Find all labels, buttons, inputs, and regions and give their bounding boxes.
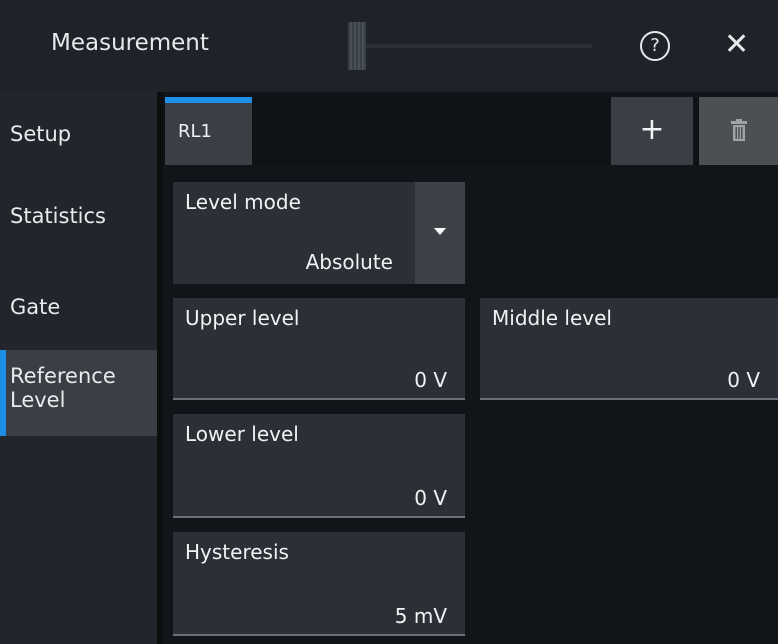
lower-level-field[interactable]: Lower level 0 V [173,414,465,518]
sidebar-item-reference-level[interactable]: Reference Level [0,350,157,436]
trash-icon [731,119,747,141]
level-mode-label: Level mode [185,190,301,214]
sidebar: Setup Statistics Gate Reference Level [0,92,157,644]
level-mode-dropdown-button[interactable] [415,182,465,284]
drag-track [366,44,592,48]
tab-bar: RL1 + [163,97,778,165]
middle-level-value: 0 V [727,368,760,392]
hysteresis-field[interactable]: Hysteresis 5 mV [173,532,465,636]
sidebar-divider [157,92,163,644]
sidebar-item-statistics[interactable]: Statistics [0,204,157,244]
level-mode-select[interactable]: Level mode Absolute [173,182,465,284]
sidebar-item-setup[interactable]: Setup [0,122,157,162]
middle-level-label: Middle level [492,306,612,330]
plus-icon[interactable]: + [611,97,693,165]
chevron-down-icon [434,228,446,235]
sidebar-item-label-line1: Reference [10,364,116,388]
lower-level-value: 0 V [414,486,447,510]
upper-level-value: 0 V [414,368,447,392]
middle-level-field[interactable]: Middle level 0 V [480,298,778,400]
tab-active-indicator [165,97,252,103]
help-icon[interactable]: ? [640,31,670,61]
hysteresis-label: Hysteresis [185,540,289,564]
sidebar-item-label-line2: Level [10,388,66,412]
sidebar-item-gate[interactable]: Gate [0,295,157,335]
tab-label: RL1 [178,121,212,142]
drag-handle[interactable] [348,22,366,70]
close-icon[interactable]: ✕ [724,28,749,62]
upper-level-label: Upper level [185,306,300,330]
window-title: Measurement [51,30,209,56]
title-bar: Measurement ? ✕ [0,0,778,92]
upper-level-field[interactable]: Upper level 0 V [173,298,465,400]
delete-button[interactable] [699,97,778,165]
tab-rl1[interactable]: RL1 [165,97,252,165]
level-mode-value: Absolute [305,250,393,274]
hysteresis-value: 5 mV [394,604,447,628]
lower-level-label: Lower level [185,422,299,446]
